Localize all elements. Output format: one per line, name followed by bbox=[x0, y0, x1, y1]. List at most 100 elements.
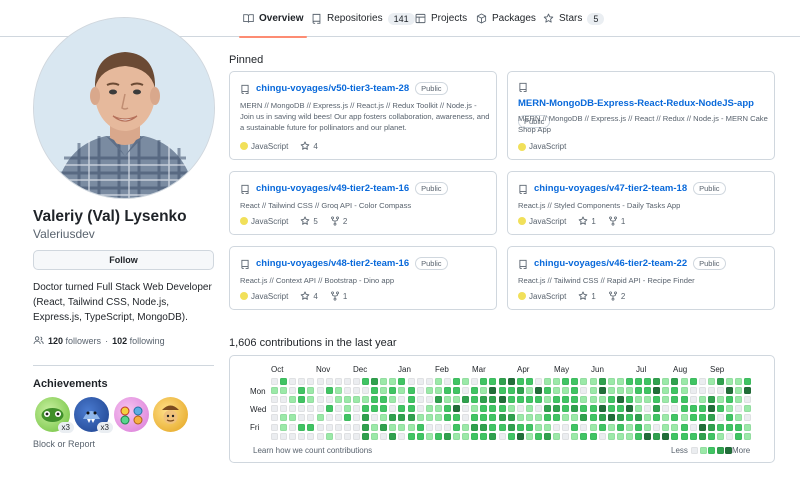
contribution-cell[interactable] bbox=[716, 405, 724, 413]
contribution-cell[interactable] bbox=[662, 414, 670, 422]
contribution-cell[interactable] bbox=[680, 387, 688, 395]
contribution-cell[interactable] bbox=[616, 432, 624, 440]
contribution-cell[interactable] bbox=[453, 423, 460, 431]
contribution-cell[interactable] bbox=[325, 405, 333, 413]
contribution-cell[interactable] bbox=[553, 423, 561, 431]
contribution-cell[interactable] bbox=[489, 387, 497, 395]
contribution-cell[interactable] bbox=[453, 396, 460, 404]
contribution-cell[interactable] bbox=[744, 405, 752, 413]
contribution-cell[interactable] bbox=[625, 405, 633, 413]
contribution-cell[interactable] bbox=[598, 378, 606, 385]
contribution-cell[interactable] bbox=[580, 423, 588, 431]
contribution-cell[interactable] bbox=[625, 396, 633, 404]
contribution-cell[interactable] bbox=[289, 387, 297, 395]
contribution-cell[interactable] bbox=[726, 387, 733, 395]
contribution-cell[interactable] bbox=[462, 432, 470, 440]
contribution-cell[interactable] bbox=[498, 432, 506, 440]
tab-overview[interactable]: Overview bbox=[238, 0, 309, 38]
contribution-cell[interactable] bbox=[316, 387, 324, 395]
contribution-cell[interactable] bbox=[671, 387, 679, 395]
contribution-cell[interactable] bbox=[726, 432, 733, 440]
contribution-cell[interactable] bbox=[553, 378, 561, 385]
contribution-cell[interactable] bbox=[653, 405, 661, 413]
contribution-cell[interactable] bbox=[716, 387, 724, 395]
contribution-cell[interactable] bbox=[307, 378, 315, 385]
contribution-cell[interactable] bbox=[607, 423, 615, 431]
contribution-cell[interactable] bbox=[425, 432, 433, 440]
contribution-cell[interactable] bbox=[607, 405, 615, 413]
contribution-cell[interactable] bbox=[334, 405, 342, 413]
contribution-cell[interactable] bbox=[644, 405, 652, 413]
repo-stars-link[interactable]: 4 bbox=[300, 141, 318, 151]
contribution-cell[interactable] bbox=[671, 396, 679, 404]
contribution-cell[interactable] bbox=[680, 432, 688, 440]
contribution-cell[interactable] bbox=[707, 387, 715, 395]
contribution-cell[interactable] bbox=[462, 378, 470, 385]
repo-stars-link[interactable]: 1 bbox=[578, 291, 596, 301]
contribution-cell[interactable] bbox=[571, 432, 579, 440]
contribution-cell[interactable] bbox=[680, 414, 688, 422]
contribution-cell[interactable] bbox=[507, 423, 515, 431]
contribution-cell[interactable] bbox=[389, 396, 397, 404]
contribution-cell[interactable] bbox=[453, 378, 460, 385]
contribution-cell[interactable] bbox=[698, 423, 706, 431]
contribution-cell[interactable] bbox=[434, 405, 442, 413]
contribution-cell[interactable] bbox=[489, 378, 497, 385]
contribution-cell[interactable] bbox=[516, 414, 524, 422]
contribution-cell[interactable] bbox=[334, 387, 342, 395]
contribution-cell[interactable] bbox=[580, 414, 588, 422]
contribution-cell[interactable] bbox=[416, 378, 424, 385]
contribution-cell[interactable] bbox=[534, 396, 542, 404]
repo-name-link[interactable]: chingu-voyages/v46-tier2-team-22 bbox=[534, 258, 687, 269]
contribution-cell[interactable] bbox=[425, 423, 433, 431]
repo-name-link[interactable]: chingu-voyages/v50-tier3-team-28 bbox=[256, 83, 409, 94]
contribution-cell[interactable] bbox=[352, 414, 360, 422]
contribution-cell[interactable] bbox=[534, 387, 542, 395]
contribution-cell[interactable] bbox=[434, 378, 442, 385]
contribution-cell[interactable] bbox=[525, 387, 533, 395]
contribution-cell[interactable] bbox=[653, 432, 661, 440]
tab-stars[interactable]: Stars 5 bbox=[543, 0, 605, 37]
contribution-cell[interactable] bbox=[571, 405, 579, 413]
contribution-cell[interactable] bbox=[480, 423, 488, 431]
contribution-cell[interactable] bbox=[553, 405, 561, 413]
contribution-cell[interactable] bbox=[453, 414, 460, 422]
contribution-cell[interactable] bbox=[434, 423, 442, 431]
contribution-cell[interactable] bbox=[516, 432, 524, 440]
contribution-cell[interactable] bbox=[598, 414, 606, 422]
contribution-cell[interactable] bbox=[352, 432, 360, 440]
contribution-cell[interactable] bbox=[443, 387, 451, 395]
contribution-cell[interactable] bbox=[498, 396, 506, 404]
contribution-cell[interactable] bbox=[471, 387, 479, 395]
contribution-cell[interactable] bbox=[352, 396, 360, 404]
repo-stars-link[interactable]: 4 bbox=[300, 291, 318, 301]
contribution-cell[interactable] bbox=[398, 405, 406, 413]
repo-name-link[interactable]: chingu-voyages/v49-tier2-team-16 bbox=[256, 183, 409, 194]
contribution-cell[interactable] bbox=[662, 432, 670, 440]
contribution-cell[interactable] bbox=[625, 414, 633, 422]
contribution-cell[interactable] bbox=[389, 405, 397, 413]
contribution-cell[interactable] bbox=[425, 378, 433, 385]
contribution-cell[interactable] bbox=[571, 414, 579, 422]
contribution-cell[interactable] bbox=[544, 387, 551, 395]
contribution-cell[interactable] bbox=[616, 378, 624, 385]
contribution-cell[interactable] bbox=[280, 378, 288, 385]
contribution-cell[interactable] bbox=[625, 378, 633, 385]
contribution-cell[interactable] bbox=[680, 405, 688, 413]
contribution-cell[interactable] bbox=[580, 387, 588, 395]
contribution-cell[interactable] bbox=[662, 405, 670, 413]
contribution-cell[interactable] bbox=[280, 414, 288, 422]
contribution-cell[interactable] bbox=[507, 414, 515, 422]
contribution-cell[interactable] bbox=[689, 387, 697, 395]
contribution-cell[interactable] bbox=[698, 432, 706, 440]
contribution-cell[interactable] bbox=[462, 405, 470, 413]
contribution-cell[interactable] bbox=[380, 414, 388, 422]
contribution-cell[interactable] bbox=[343, 396, 351, 404]
contribution-cell[interactable] bbox=[407, 423, 415, 431]
learn-contributions-link[interactable]: Learn how we count contributions bbox=[253, 446, 372, 455]
following-link[interactable]: 102 following bbox=[112, 336, 165, 346]
contribution-cell[interactable] bbox=[334, 378, 342, 385]
achievement-pair-extraordinaire[interactable]: x3 bbox=[35, 397, 74, 433]
repo-forks-link[interactable]: 2 bbox=[330, 216, 347, 226]
contribution-cell[interactable] bbox=[516, 378, 524, 385]
